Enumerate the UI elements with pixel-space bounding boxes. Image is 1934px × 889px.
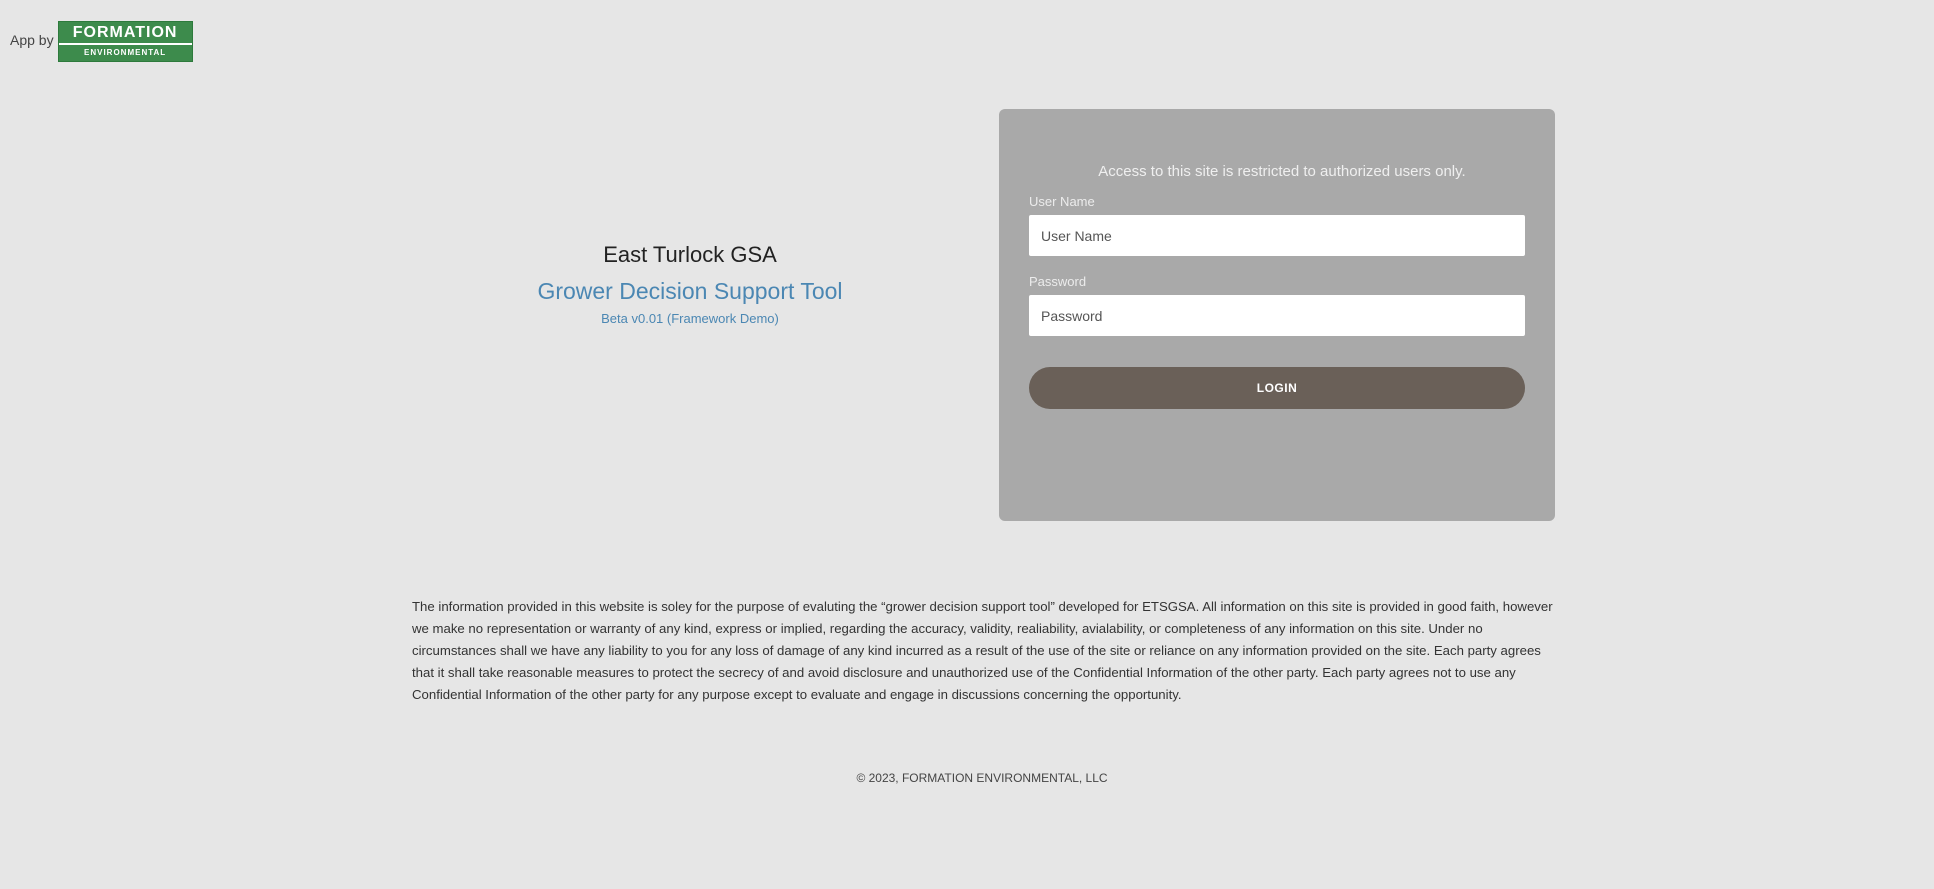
username-label: User Name — [1029, 194, 1095, 209]
logo-wordmark-bottom: ENVIRONMENTAL — [58, 45, 192, 61]
login-form: Access to this site is restricted to aut… — [999, 109, 1555, 521]
formation-environmental-logo[interactable]: FORMATION ENVIRONMENTAL — [57, 21, 193, 62]
copyright-text: © 2023, FORMATION ENVIRONMENTAL, LLC — [856, 771, 1108, 785]
logo-wordmark-top: FORMATION — [58, 22, 192, 43]
app-title-block: East Turlock GSA Grower Decision Support… — [450, 242, 930, 326]
login-page: App by FORMATION ENVIRONMENTAL East Turl… — [0, 0, 1934, 889]
app-name: Grower Decision Support Tool — [537, 278, 843, 304]
brand-attribution: App by FORMATION ENVIRONMENTAL — [10, 21, 193, 62]
disclaimer-text: The information provided in this website… — [412, 599, 1553, 702]
username-input[interactable] — [1029, 215, 1525, 256]
password-label: Password — [1029, 274, 1087, 289]
app-version: Beta v0.01 (Framework Demo) — [601, 311, 779, 326]
brand-prefix-text: App by — [10, 32, 54, 48]
password-input[interactable] — [1029, 295, 1525, 336]
org-name: East Turlock GSA — [603, 242, 777, 267]
access-notice: Access to this site is restricted to aut… — [1098, 163, 1466, 180]
login-button[interactable]: LOGIN — [1029, 367, 1525, 409]
